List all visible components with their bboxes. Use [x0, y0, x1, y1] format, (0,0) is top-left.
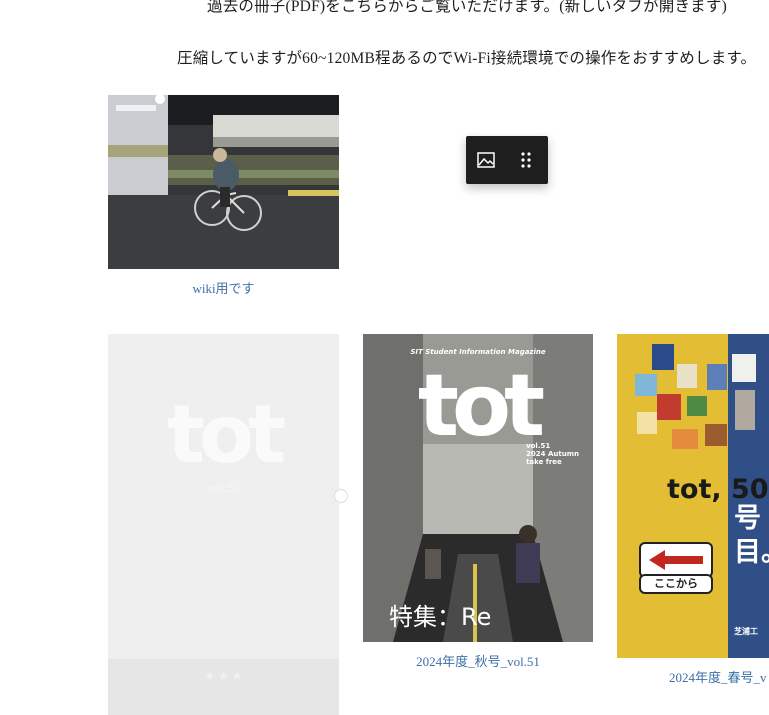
cover-header: SIT Student Information Magazine	[410, 348, 546, 356]
cover-gou: 号 目。	[734, 503, 769, 568]
intro-line-2: 圧縮していますが60~120MB程あるのでWi-Fi接続環境での操作をおすすめし…	[177, 50, 757, 67]
cover-vol51-caption[interactable]: 2024年度_秋号_vol.51	[363, 651, 593, 670]
block-toolbar	[466, 136, 548, 184]
image-icon[interactable]	[466, 136, 506, 184]
cover-koko: ここから	[639, 574, 713, 594]
cover-vol: vol.52	[207, 480, 240, 495]
cover-logo: tot	[166, 388, 286, 481]
cover-vol52-faded[interactable]: tot vol.52 ★ ★ ★	[108, 334, 339, 715]
cover-issue: vol.51 2024 Autumn take free	[526, 442, 579, 466]
cover-logo: tot	[417, 356, 545, 456]
cover-headline: tot, 50	[667, 474, 769, 505]
resize-handle[interactable]	[334, 489, 348, 503]
cover-feature: 特集：Re	[389, 603, 492, 631]
cover-spring-caption[interactable]: 2024年度_春号_v	[669, 667, 767, 686]
arrow-left-icon	[639, 542, 713, 578]
drag-handle-icon[interactable]	[506, 136, 546, 184]
cover-vol51[interactable]: SIT Student Information Magazine tot vol…	[363, 334, 593, 642]
intro-line-1: 過去の冊子(PDF)をこちらからご覧いただけます。(新しいタブが開きます)	[207, 0, 727, 15]
cover-spring[interactable]: tot, 50 号 目。 ここから 芝浦工	[617, 334, 769, 658]
cover-footer: ★ ★ ★	[108, 659, 339, 715]
photo-caption[interactable]: wiki用です	[108, 278, 339, 297]
cyclist-photo[interactable]	[108, 95, 339, 269]
cover-publisher: 芝浦工	[734, 627, 758, 636]
